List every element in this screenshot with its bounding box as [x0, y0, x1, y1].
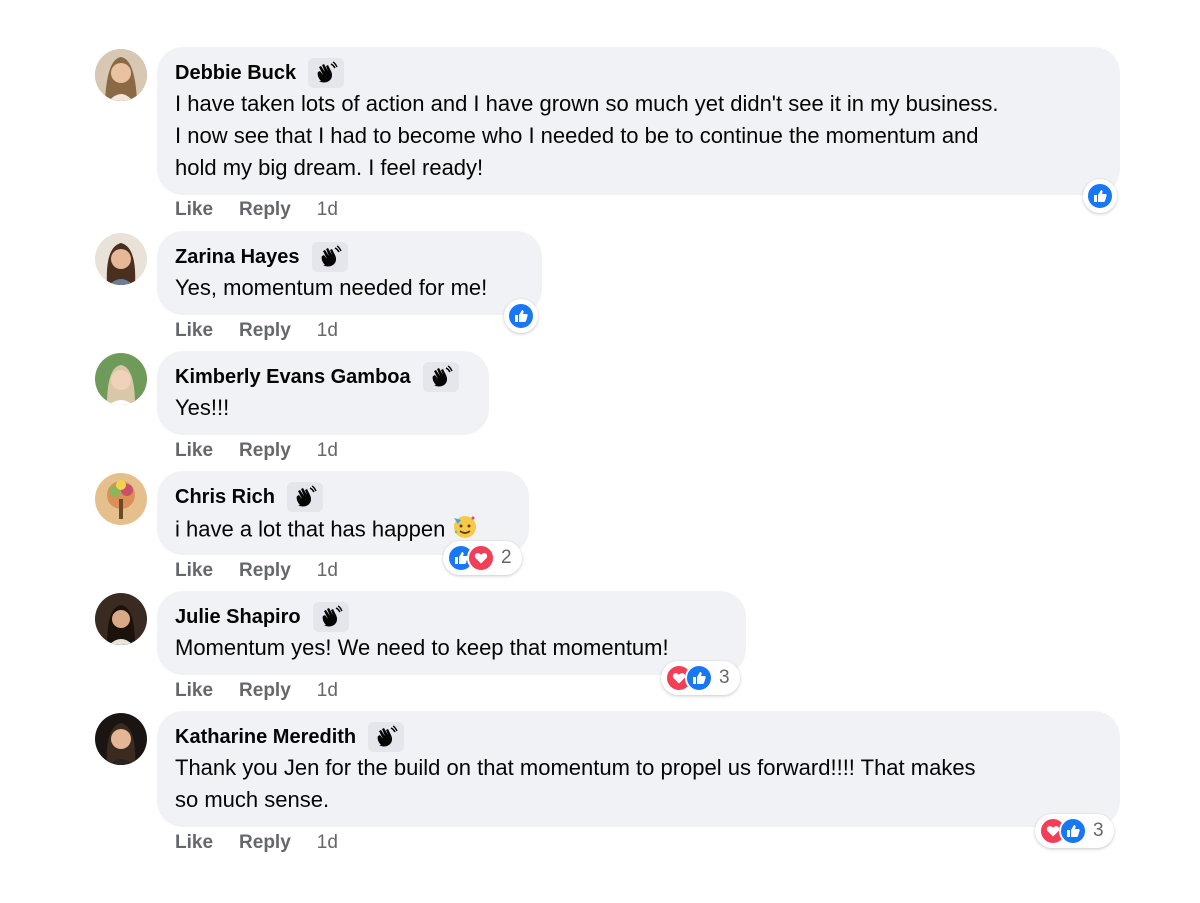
comment-line: so much sense.: [175, 787, 330, 812]
waving-hand-icon[interactable]: [422, 362, 459, 392]
comment-bubble: Kimberly Evans Gamboa Yes!!!: [157, 351, 489, 435]
waving-hand-icon[interactable]: [368, 722, 405, 752]
avatar[interactable]: [95, 353, 147, 405]
timestamp[interactable]: 1d: [317, 440, 338, 462]
reaction-summary[interactable]: 3: [1035, 814, 1114, 848]
waving-hand-icon[interactable]: [311, 242, 348, 272]
comment-text: Yes, momentum needed for me!: [175, 272, 524, 304]
comment-text: Thank you Jen for the build on that mome…: [175, 752, 1102, 816]
author-name[interactable]: Kimberly Evans Gamboa: [175, 366, 411, 389]
author-name[interactable]: Debbie Buck: [175, 62, 296, 85]
waving-hand-icon[interactable]: [308, 58, 345, 88]
reply-button[interactable]: Reply: [239, 560, 291, 582]
reaction-summary[interactable]: 3: [661, 661, 740, 695]
author-name[interactable]: Chris Rich: [175, 486, 275, 509]
avatar[interactable]: [95, 49, 147, 101]
heart-icon: [467, 544, 495, 572]
waving-hand-icon[interactable]: [312, 602, 349, 632]
comment-text: Momentum yes! We need to keep that momen…: [175, 632, 728, 664]
comment-actions: Like Reply 1d: [175, 199, 338, 221]
comment-line: i have a lot that has happen: [175, 516, 446, 542]
timestamp[interactable]: 1d: [317, 560, 338, 582]
thumbs-up-icon: [507, 302, 535, 330]
comment-line: hold my big dream. I feel ready!: [175, 155, 484, 180]
comment-bubble: Debbie Buck I have taken lots of action …: [157, 47, 1120, 195]
timestamp[interactable]: 1d: [317, 199, 338, 221]
like-button[interactable]: Like: [175, 440, 213, 462]
author-name[interactable]: Julie Shapiro: [175, 606, 301, 629]
reply-button[interactable]: Reply: [239, 320, 291, 342]
waving-hand-icon[interactable]: [287, 482, 324, 512]
comment-line: Yes!!!: [175, 395, 230, 420]
comment-actions: Like Reply 1d: [175, 680, 338, 702]
like-button[interactable]: Like: [175, 199, 213, 221]
thumbs-up-icon: [685, 664, 713, 692]
like-button[interactable]: Like: [175, 560, 213, 582]
comment-actions: Like Reply 1d: [175, 320, 338, 342]
comment-actions: Like Reply 1d: [175, 440, 338, 462]
comment-line: I have taken lots of action and I have g…: [175, 91, 999, 116]
reaction-count: 3: [719, 667, 730, 688]
thumbs-up-icon: [1059, 817, 1087, 845]
reaction-summary[interactable]: [1083, 179, 1117, 213]
timestamp[interactable]: 1d: [317, 320, 338, 342]
comment-text: I have taken lots of action and I have g…: [175, 88, 1102, 184]
author-name[interactable]: Katharine Meredith: [175, 726, 356, 749]
comment-line: Thank you Jen for the build on that mome…: [175, 755, 976, 780]
reaction-count: 2: [501, 547, 512, 568]
comment-text: Yes!!!: [175, 392, 471, 424]
comment-bubble: Katharine Meredith Thank you Jen for the…: [157, 711, 1120, 827]
author-name[interactable]: Zarina Hayes: [175, 246, 300, 269]
reply-button[interactable]: Reply: [239, 440, 291, 462]
comment-bubble: Julie Shapiro Momentum yes! We need to k…: [157, 591, 746, 675]
reaction-count: 3: [1093, 820, 1104, 841]
comment-actions: Like Reply 1d: [175, 560, 338, 582]
reply-button[interactable]: Reply: [239, 832, 291, 854]
timestamp[interactable]: 1d: [317, 680, 338, 702]
avatar[interactable]: [95, 713, 147, 765]
comment-line: Momentum yes! We need to keep that momen…: [175, 635, 669, 660]
timestamp[interactable]: 1d: [317, 832, 338, 854]
comment-bubble: Zarina Hayes Yes, momentum needed for me…: [157, 231, 542, 315]
avatar[interactable]: [95, 593, 147, 645]
comment-line: I now see that I had to become who I nee…: [175, 123, 979, 148]
like-button[interactable]: Like: [175, 320, 213, 342]
reply-button[interactable]: Reply: [239, 199, 291, 221]
like-button[interactable]: Like: [175, 680, 213, 702]
comment-line: Yes, momentum needed for me!: [175, 275, 488, 300]
avatar[interactable]: [95, 473, 147, 525]
like-button[interactable]: Like: [175, 832, 213, 854]
reaction-summary[interactable]: [504, 299, 538, 333]
avatar[interactable]: [95, 233, 147, 285]
reaction-summary[interactable]: 2: [443, 541, 522, 575]
thumbs-up-icon: [1086, 182, 1114, 210]
reply-button[interactable]: Reply: [239, 680, 291, 702]
comment-actions: Like Reply 1d: [175, 832, 338, 854]
